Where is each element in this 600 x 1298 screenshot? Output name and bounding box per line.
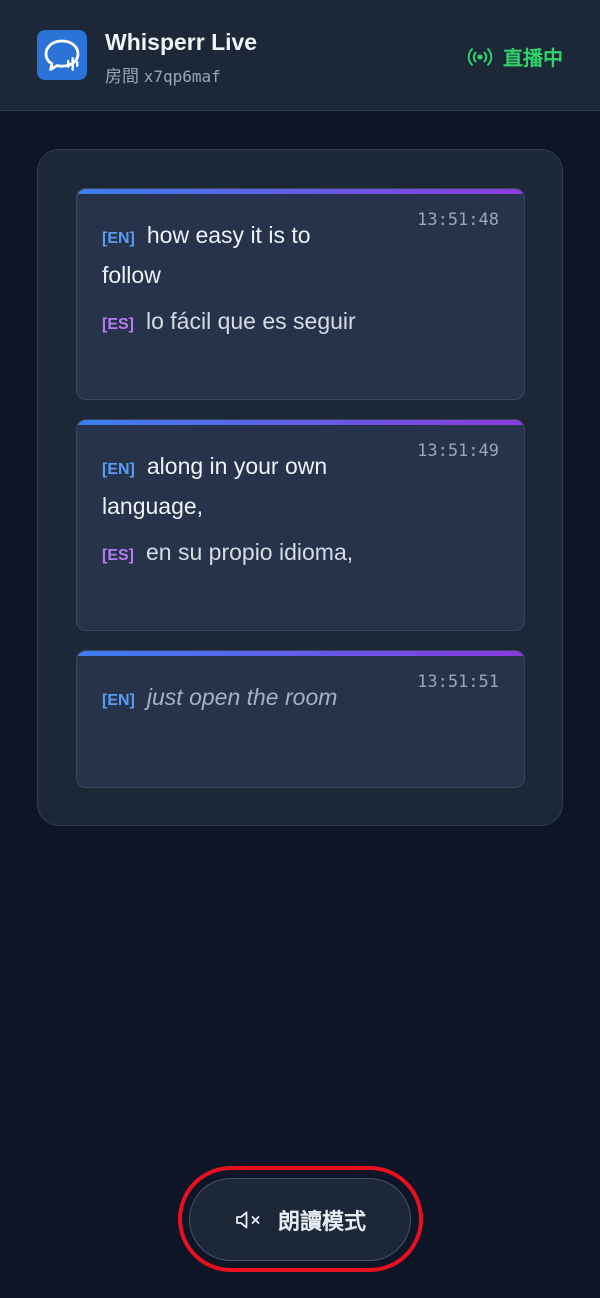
transcript-panel[interactable]: 13:51:48 [EN] how easy it is to follow [E…	[37, 149, 563, 826]
segment-text: en su propio idioma,	[146, 539, 354, 565]
room-info: 房間 x7qp6maf	[105, 62, 221, 87]
transcript-card-pending: 13:51:51 [EN] just open the room	[76, 650, 525, 788]
language-tag-en: [EN]	[102, 461, 135, 478]
room-label: 房間	[105, 67, 139, 86]
card-timestamp: 13:51:51	[417, 672, 499, 692]
card-timestamp: 13:51:48	[417, 210, 499, 230]
segment-text: just open the room	[146, 684, 338, 710]
transcript-segment-es: [ES] en su propio idioma,	[102, 534, 357, 574]
segment-text: along in your own language,	[102, 453, 328, 519]
app-header: Whisperr Live 房間 x7qp6maf 直播中	[0, 0, 600, 111]
language-tag-es: [ES]	[102, 547, 134, 564]
speaker-muted-icon	[234, 1209, 264, 1231]
transcript-card: 13:51:48 [EN] how easy it is to follow [E…	[76, 188, 525, 400]
language-tag-en: [EN]	[102, 230, 135, 247]
room-id: x7qp6maf	[143, 67, 221, 86]
card-timestamp: 13:51:49	[417, 441, 499, 461]
segment-text: lo fácil que es seguir	[146, 308, 356, 334]
transcript-segment-en: [EN] just open the room	[102, 679, 357, 719]
read-aloud-mode-button[interactable]: 朗讀模式	[189, 1178, 411, 1261]
chat-bubble-waveform-icon	[37, 30, 87, 80]
transcript-segment-en: [EN] how easy it is to follow	[102, 217, 357, 293]
broadcast-icon	[467, 47, 493, 67]
transcript-segment-es: [ES] lo fácil que es seguir	[102, 303, 357, 343]
read-aloud-mode-label: 朗讀模式	[277, 1208, 366, 1234]
app-title: Whisperr Live	[105, 29, 258, 55]
live-status: 直播中	[467, 42, 563, 71]
language-tag-es: [ES]	[102, 316, 134, 333]
live-status-text: 直播中	[503, 48, 563, 70]
language-tag-en: [EN]	[102, 692, 135, 709]
transcript-card: 13:51:49 [EN] along in your own language,…	[76, 419, 525, 631]
transcript-segment-en: [EN] along in your own language,	[102, 448, 357, 524]
